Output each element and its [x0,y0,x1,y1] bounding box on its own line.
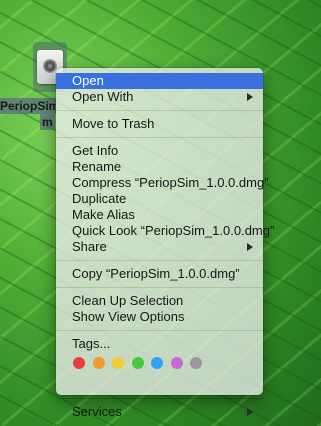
menu-item-rename[interactable]: Rename [56,159,263,175]
menu-item-open[interactable]: Open [56,73,263,89]
submenu-arrow-icon [247,408,253,416]
menu-item-open-with-label: Open With [72,89,134,104]
menu-separator [56,137,263,138]
menu-item-show-view-options[interactable]: Show View Options [56,309,263,325]
desktop-file-icon[interactable]: PeriopSim m [0,42,67,130]
menu-item-services[interactable]: Services [56,404,263,420]
menu-separator [56,260,263,261]
tag-gray-icon[interactable] [190,356,202,369]
menu-item-share-label: Share [72,239,107,254]
tag-green-icon[interactable] [131,356,144,369]
menu-item-compress[interactable]: Compress “PeriopSim_1.0.0.dmg” [56,175,269,191]
context-menu: Open Open With Move to Trash Get Info Re… [56,68,274,419]
submenu-arrow-icon [247,243,253,251]
tag-yellow-icon[interactable] [112,356,124,369]
submenu-arrow-icon [247,93,253,101]
tag-red-icon[interactable] [73,356,85,369]
desktop-icon-label[interactable]: PeriopSim [0,98,56,114]
menu-separator [56,287,263,288]
menu-item-services-label: Services [72,404,122,419]
menu-item-tags[interactable]: Tags... [56,336,263,352]
menu-item-duplicate[interactable]: Duplicate [56,191,263,207]
desktop: PeriopSim m Open Open With Move to Trash… [0,0,321,426]
desktop-icon-label-line2[interactable]: m [40,114,55,130]
menu-separator [56,398,263,399]
tag-blue-icon[interactable] [151,356,163,369]
menu-item-move-to-trash[interactable]: Move to Trash [56,116,263,132]
menu-item-copy[interactable]: Copy “PeriopSim_1.0.0.dmg” [56,266,263,282]
menu-separator [56,110,263,111]
menu-item-share[interactable]: Share [56,239,263,255]
menu-separator [56,330,263,331]
tag-colors-row [56,354,263,372]
menu-item-get-info[interactable]: Get Info [56,143,263,159]
tag-orange-icon[interactable] [92,356,105,369]
menu-item-clean-up-selection[interactable]: Clean Up Selection [56,293,263,309]
menu-item-quick-look[interactable]: Quick Look “PeriopSim_1.0.0.dmg” [56,223,274,239]
menu-item-make-alias[interactable]: Make Alias [56,207,263,223]
tag-purple-icon[interactable] [170,356,183,369]
menu-item-open-with[interactable]: Open With [56,89,263,105]
